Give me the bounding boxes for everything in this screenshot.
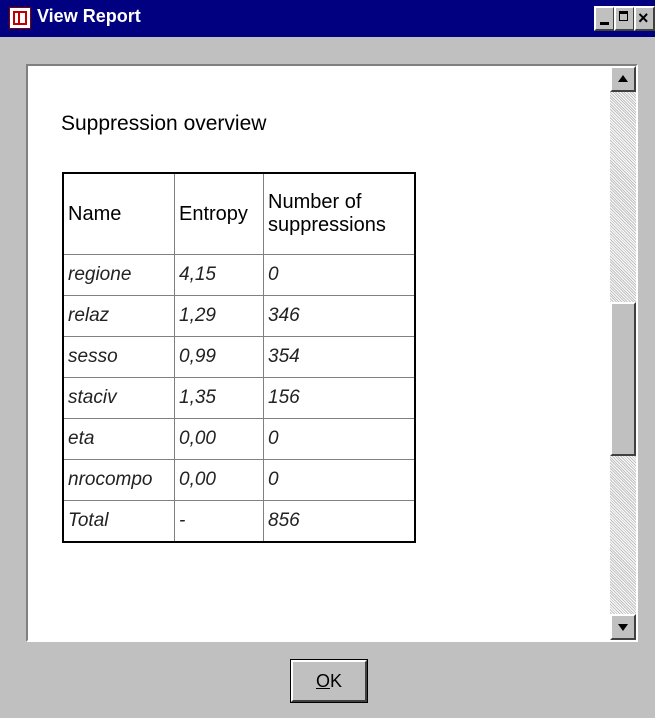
table-row: relaz 1,29 346 xyxy=(62,295,416,337)
vertical-scrollbar[interactable] xyxy=(610,66,636,640)
cell-name: staciv xyxy=(62,377,175,419)
table-row-total: Total - 856 xyxy=(62,500,416,543)
table-row: eta 0,00 0 xyxy=(62,418,416,460)
table-row: regione 4,15 0 xyxy=(62,254,416,296)
cell-suppressions: 0 xyxy=(263,459,416,501)
scroll-up-button[interactable] xyxy=(610,66,636,92)
column-header-name: Name xyxy=(62,172,175,255)
cell-suppressions: 856 xyxy=(263,500,416,543)
close-button[interactable]: × xyxy=(634,6,655,31)
cell-suppressions: 354 xyxy=(263,336,416,378)
section-title: Suppression overview xyxy=(61,112,267,135)
close-icon: × xyxy=(638,8,649,28)
cell-entropy: - xyxy=(174,500,264,543)
cell-entropy: 1,35 xyxy=(174,377,264,419)
cell-suppressions: 346 xyxy=(263,295,416,337)
cell-name: sesso xyxy=(62,336,175,378)
column-header-entropy: Entropy xyxy=(174,172,264,255)
suppression-table: Name Entropy Number of suppressions regi… xyxy=(62,172,416,543)
scroll-thumb[interactable] xyxy=(610,302,636,456)
cell-name: regione xyxy=(62,254,175,296)
cell-name: relaz xyxy=(62,295,175,337)
scroll-down-button[interactable] xyxy=(610,614,636,640)
cell-suppressions: 0 xyxy=(263,418,416,460)
cell-name: nrocompo xyxy=(62,459,175,501)
window-title: View Report xyxy=(37,6,141,26)
view-report-window: View Report × Suppression overview Name … xyxy=(0,0,655,718)
cell-entropy: 0,99 xyxy=(174,336,264,378)
ok-mnemonic: O xyxy=(315,671,330,691)
cell-entropy: 4,15 xyxy=(174,254,264,296)
cell-suppressions: 0 xyxy=(263,254,416,296)
column-header-suppressions: Number of suppressions xyxy=(263,172,416,255)
cell-entropy: 0,00 xyxy=(174,459,264,501)
report-viewer: Suppression overview Name Entropy Number… xyxy=(26,64,638,642)
title-bar[interactable]: View Report × xyxy=(0,0,655,37)
cell-name: eta xyxy=(62,418,175,460)
cell-name: Total xyxy=(62,500,175,543)
table-row: sesso 0,99 354 xyxy=(62,336,416,378)
ok-button[interactable]: OK xyxy=(290,659,368,703)
minimize-button[interactable] xyxy=(594,6,615,31)
table-header-row: Name Entropy Number of suppressions xyxy=(62,172,416,255)
table-row: nrocompo 0,00 0 xyxy=(62,459,416,501)
cell-entropy: 0,00 xyxy=(174,418,264,460)
maximize-button[interactable] xyxy=(614,6,635,31)
table-row: staciv 1,35 156 xyxy=(62,377,416,419)
report-content: Suppression overview Name Entropy Number… xyxy=(28,66,610,640)
app-icon[interactable] xyxy=(9,7,31,29)
ok-label-rest: K xyxy=(330,671,343,691)
cell-suppressions: 156 xyxy=(263,377,416,419)
cell-entropy: 1,29 xyxy=(174,295,264,337)
